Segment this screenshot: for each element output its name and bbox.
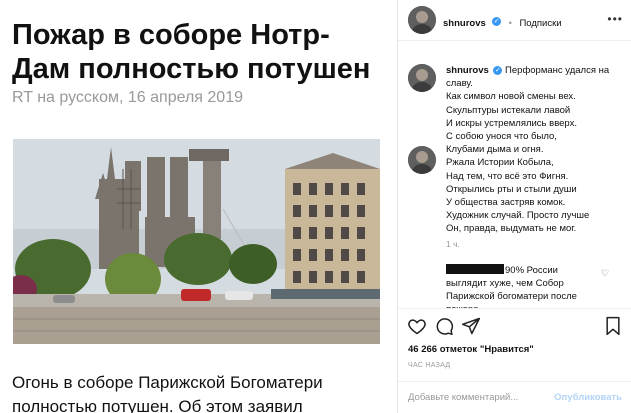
caption-line-5: С собою унося что было, — [446, 131, 557, 143]
likes-count[interactable]: 46 266 отметок "Нравится" — [408, 344, 534, 355]
dot-separator: • — [508, 18, 512, 29]
post-author[interactable]: shnurovs — [443, 18, 486, 29]
article-lead: Огонь в соборе Парижской Богоматери полн… — [12, 373, 323, 413]
notre-dame-photo — [13, 139, 380, 344]
caption-author[interactable]: shnurovs — [446, 65, 489, 76]
header-meta: shnurovs ✓ • Подписки — [443, 13, 562, 31]
caption-avatar[interactable] — [408, 64, 436, 92]
more-options-icon[interactable]: ••• — [607, 12, 623, 26]
avatar-photo — [408, 146, 436, 174]
caption-line-10: У общества застряв комок. — [446, 197, 566, 209]
heart-icon[interactable] — [407, 316, 427, 336]
caption-line-6: Клубами дыма и огня. — [446, 144, 544, 156]
publish-button[interactable]: Опубликовать — [554, 392, 622, 403]
comment-icon[interactable] — [434, 316, 454, 336]
bookmark-icon[interactable] — [603, 316, 623, 336]
comment-text-1: 90% России — [505, 265, 558, 276]
share-icon[interactable] — [461, 316, 481, 336]
article-byline: RT на русском, 16 апреля 2019 — [12, 89, 243, 106]
verified-badge-icon: ✓ — [492, 17, 502, 27]
comment-composer: Добавьте комментарий... Опубликовать — [398, 381, 631, 413]
caption-avatar-secondary[interactable] — [408, 146, 436, 174]
verified-badge-icon: ✓ — [493, 65, 503, 75]
avatar-photo — [408, 64, 436, 92]
caption-line-8: Над тем, что всё это Фигня. — [446, 170, 569, 182]
caption-line-1: славу. — [446, 78, 473, 90]
caption-line-4: И искры устремлялись вверх. — [446, 117, 577, 129]
caption-time[interactable]: 1 ч. — [446, 239, 460, 249]
post-header: shnurovs ✓ • Подписки ••• — [398, 0, 631, 41]
screenshot: Пожар в соборе Нотр-Дам полностью потуше… — [0, 0, 631, 413]
comment-text-2: выглядит хуже, чем Собор — [446, 278, 564, 289]
comment-input[interactable]: Добавьте комментарий... — [408, 392, 518, 403]
caption-line-7: Ржала Истории Кобыла, — [446, 157, 554, 169]
post-image: Пожар в соборе Нотр-Дам полностью потуше… — [0, 0, 396, 413]
post-age: ЧАС НАЗАД — [408, 362, 451, 369]
caption-line-9: Открылись рты и стыли души — [446, 183, 577, 195]
avatar-photo — [408, 6, 436, 34]
avatar[interactable] — [408, 6, 436, 34]
redacted-username — [446, 264, 504, 274]
caption: shnurovs ✓ Перформанс удался на славу. К… — [446, 64, 626, 236]
caption-line-2: Как символ новой смены вех. — [446, 91, 576, 103]
post-panel: shnurovs ✓ • Подписки ••• shnurovs ✓ Пер… — [397, 0, 631, 413]
caption-line-11: Художник случай. Просто лучше — [446, 210, 590, 222]
caption-line-12: Он, правда, выдумать не мог. — [446, 223, 577, 235]
action-bar — [398, 308, 631, 345]
comment-text-3: Парижской богоматери после — [446, 291, 577, 302]
article-headline: Пожар в соборе Нотр-Дам полностью потуше… — [12, 19, 371, 85]
follow-status[interactable]: Подписки — [519, 18, 561, 29]
comment-like-heart-icon[interactable]: ♡ — [601, 268, 609, 279]
caption-line-3: Скульптуры истекали лавой — [446, 104, 571, 116]
caption-line-0: shnurovs ✓ Перформанс удался на — [446, 65, 610, 76]
